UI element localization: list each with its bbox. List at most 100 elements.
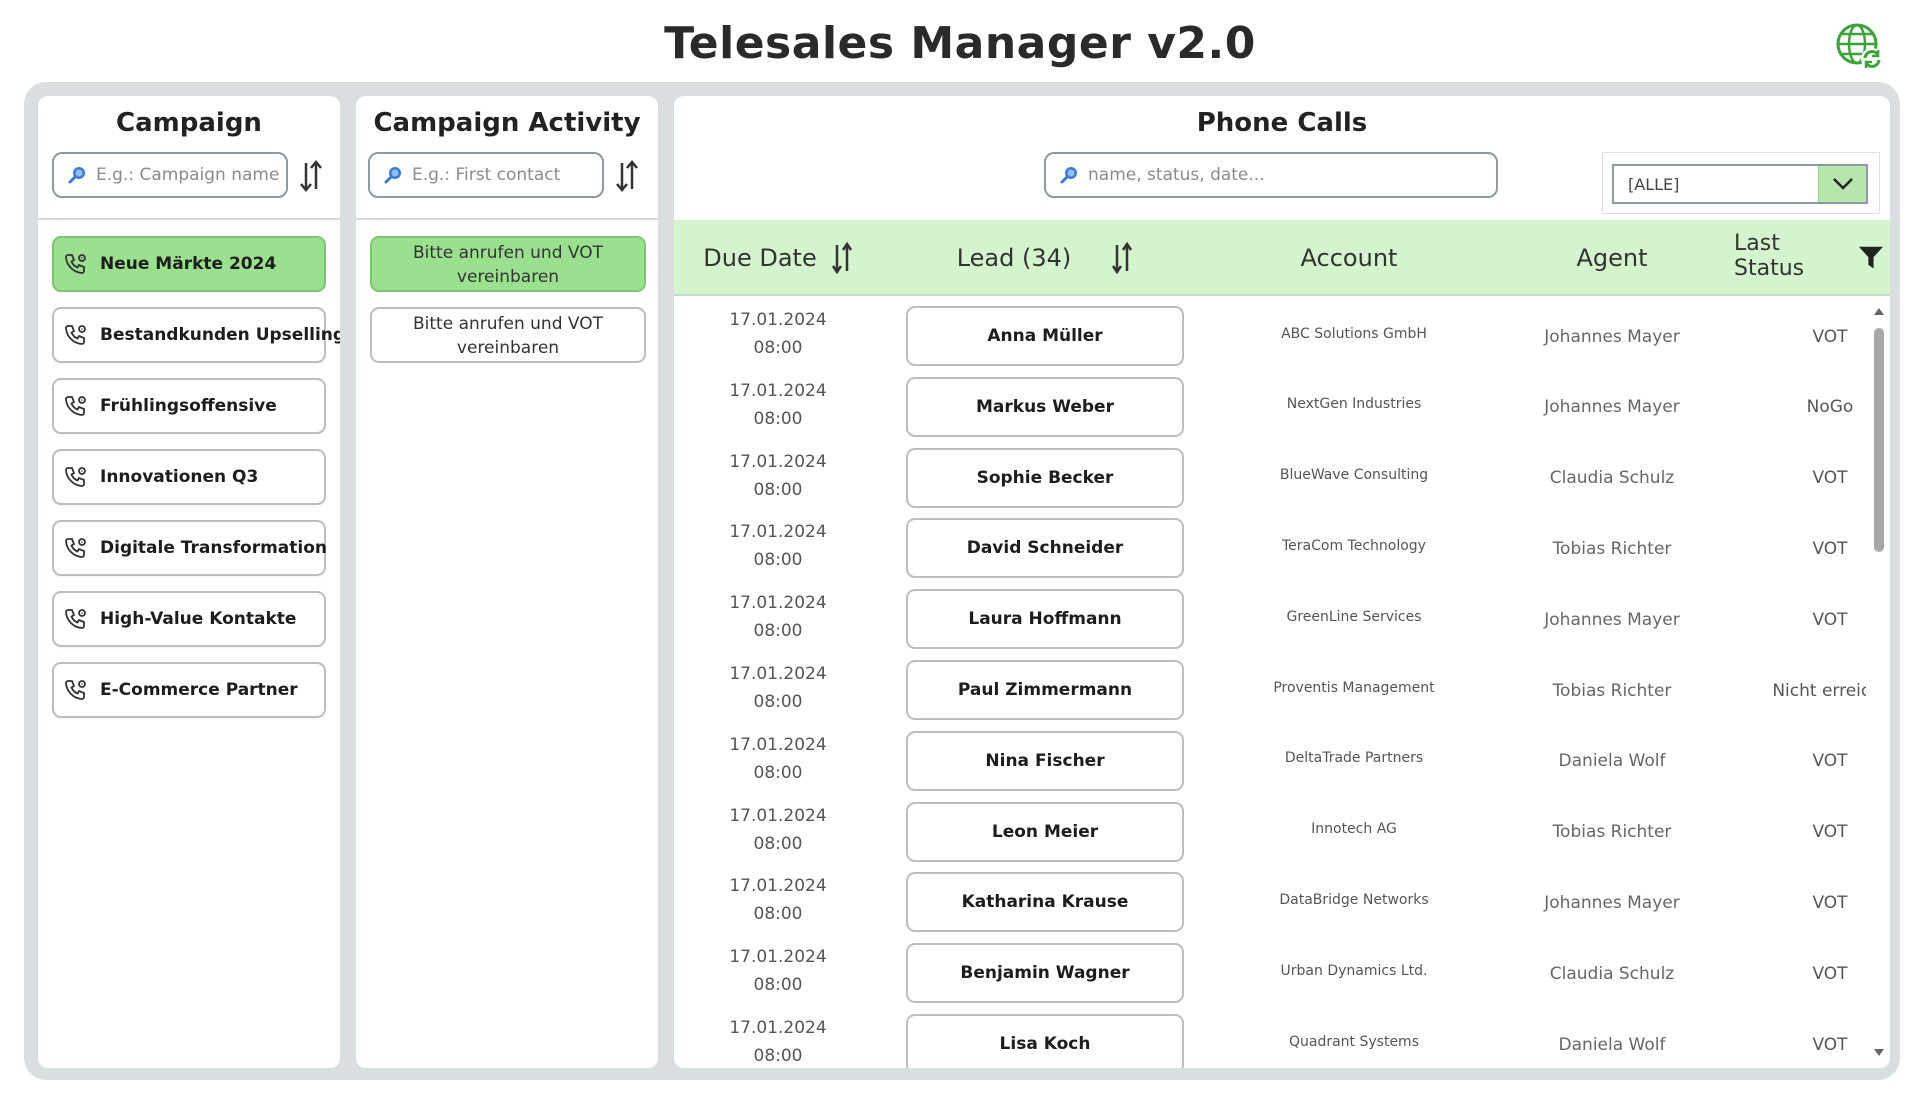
lead-button[interactable]: Laura Hoffmann (906, 589, 1184, 650)
due-date-cell: 17.01.2024 08:00 (674, 731, 882, 787)
account-cell: DataBridge Networks (1214, 864, 1494, 935)
due-time: 08:00 (753, 338, 803, 358)
agent-cell: Claudia Schulz (1549, 963, 1675, 984)
table-row: 17.01.2024 08:00 Paul Zimmermann Proventis … (674, 652, 1866, 723)
lead-button[interactable]: Markus Weber (906, 376, 1184, 437)
phone-gear-icon (65, 538, 86, 558)
activity-item[interactable]: Bitte anrufen und VOT vereinbaren (370, 307, 646, 363)
phone-gear-icon (65, 467, 86, 487)
lead-button[interactable]: Sophie Becker (906, 447, 1184, 508)
activity-sort-icon[interactable] (614, 160, 640, 192)
table-row: 17.01.2024 08:00 Anna Müller ABC Solutions … (674, 298, 1866, 369)
due-date-cell: 17.01.2024 08:00 (674, 660, 882, 716)
campaign-search[interactable] (52, 152, 288, 198)
lead-button[interactable]: Katharina Krause (906, 872, 1184, 933)
status-cell: NoGo (1806, 397, 1854, 418)
sort-icon[interactable] (1111, 242, 1133, 274)
search-icon (384, 167, 401, 184)
campaign-item[interactable]: High-Value Kontakte (52, 591, 326, 647)
account-name: GreenLine Services (1286, 608, 1422, 625)
account-cell: Innotech AG (1214, 794, 1494, 865)
scrollbar-thumb[interactable] (1874, 328, 1884, 552)
scroll-up-icon[interactable] (1873, 306, 1885, 316)
due-date: 17.01.2024 (729, 380, 827, 401)
account-cell: BlueWave Consulting (1214, 440, 1494, 511)
phone-calls-search-input[interactable] (1088, 165, 1496, 185)
account-cell: Quadrant Systems (1214, 1006, 1494, 1068)
column-due-date[interactable]: Due Date (674, 220, 882, 296)
lead-button[interactable]: Lisa Koch (906, 1014, 1184, 1068)
due-date-cell: 17.01.2024 08:00 (674, 306, 882, 362)
table-row: 17.01.2024 08:00 Leon Meier Innotech AG Tobi… (674, 794, 1866, 865)
lead-button[interactable]: Nina Fischer (906, 730, 1184, 791)
phone-calls-search[interactable] (1044, 152, 1498, 198)
campaign-item[interactable]: Neue Märkte 2024 (52, 236, 326, 292)
due-time: 08:00 (753, 904, 803, 925)
due-date-cell: 17.01.2024 08:00 (674, 872, 882, 928)
campaign-item[interactable]: Frühlingsoffensive (52, 378, 326, 434)
column-last-status[interactable]: Last Status (1734, 220, 1884, 296)
campaign-item[interactable]: E-Commerce Partner (52, 662, 326, 718)
scroll-down-icon[interactable] (1873, 1048, 1885, 1058)
account-name: Urban Dynamics Ltd. (1280, 962, 1428, 979)
agent-cell: Daniela Wolf (1558, 751, 1666, 772)
column-agent-label: Agent (1576, 244, 1648, 272)
campaign-item-label: Innovationen Q3 (100, 467, 259, 487)
activity-panel-header: Campaign Activity (356, 96, 658, 220)
due-date-cell: 17.01.2024 08:00 (674, 448, 882, 504)
agent-cell: Claudia Schulz (1549, 468, 1675, 489)
table-row: 17.01.2024 08:00 Laura Hoffmann GreenLine S… (674, 581, 1866, 652)
column-lead[interactable]: Lead (34) (906, 220, 1184, 296)
due-time: 08:00 (753, 692, 803, 712)
agent-cell: Tobias Richter (1552, 538, 1672, 559)
campaign-item[interactable]: Innovationen Q3 (52, 449, 326, 505)
lead-button[interactable]: Leon Meier (906, 801, 1184, 862)
lead-button[interactable]: Anna Müller (906, 306, 1184, 366)
calls-scrollbar[interactable] (1870, 302, 1888, 1062)
campaign-search-input[interactable] (96, 165, 286, 185)
due-time: 08:00 (753, 550, 803, 571)
activity-panel-title: Campaign Activity (373, 108, 641, 138)
agent-cell: Johannes Mayer (1544, 892, 1680, 913)
campaign-item-label: Bestandkunden Upselling (100, 325, 340, 345)
account-cell: Urban Dynamics Ltd. (1214, 935, 1494, 1006)
activity-search-input[interactable] (412, 165, 602, 185)
chevron-down-icon[interactable] (1818, 166, 1866, 202)
due-time: 08:00 (753, 833, 803, 854)
filter-icon[interactable] (1858, 244, 1884, 272)
campaign-item[interactable]: Bestandkunden Upselling (52, 307, 340, 363)
due-date-cell: 17.01.2024 08:00 (674, 1014, 882, 1068)
account-name: BlueWave Consulting (1279, 467, 1429, 484)
campaign-sort-icon[interactable] (298, 160, 324, 192)
activity-item[interactable]: Bitte anrufen und VOT vereinbaren (370, 236, 646, 292)
due-date: 17.01.2024 (729, 734, 827, 755)
phone-gear-icon (65, 325, 86, 345)
sort-icon[interactable] (831, 242, 853, 274)
lead-button[interactable]: Paul Zimmermann (906, 660, 1184, 720)
lead-button[interactable]: Benjamin Wagner (906, 943, 1184, 1004)
status-cell: VOT (1812, 326, 1848, 347)
lead-button[interactable]: David Schneider (906, 518, 1184, 579)
search-icon (1060, 167, 1077, 184)
status-cell: VOT (1812, 609, 1848, 630)
account-name: DeltaTrade Partners (1284, 750, 1424, 767)
account-cell: TeraCom Technology (1214, 510, 1494, 581)
account-name: NextGen Industries (1286, 396, 1422, 413)
status-filter-dropdown[interactable]: [ALLE] (1612, 164, 1868, 204)
account-name: TeraCom Technology (1282, 537, 1426, 554)
column-last-status-label: Last Status (1734, 231, 1805, 281)
agent-cell: Johannes Mayer (1544, 609, 1680, 630)
activity-search[interactable] (368, 152, 604, 198)
globe-refresh-icon[interactable] (1835, 22, 1885, 72)
status-cell: VOT (1812, 751, 1848, 772)
due-date: 17.01.2024 (729, 451, 827, 472)
campaign-item[interactable]: Digitale Transformation (52, 520, 327, 576)
account-cell: Proventis Management (1214, 652, 1494, 723)
column-lead-label: Lead (34) (956, 244, 1072, 272)
due-date-cell: 17.01.2024 08:00 (674, 377, 882, 433)
account-cell: DeltaTrade Partners (1214, 723, 1494, 794)
due-time: 08:00 (753, 479, 803, 500)
table-row: 17.01.2024 08:00 Lisa Koch Quadrant Systems… (674, 1006, 1866, 1068)
status-cell: VOT (1812, 822, 1848, 843)
status-cell: VOT (1812, 963, 1848, 984)
